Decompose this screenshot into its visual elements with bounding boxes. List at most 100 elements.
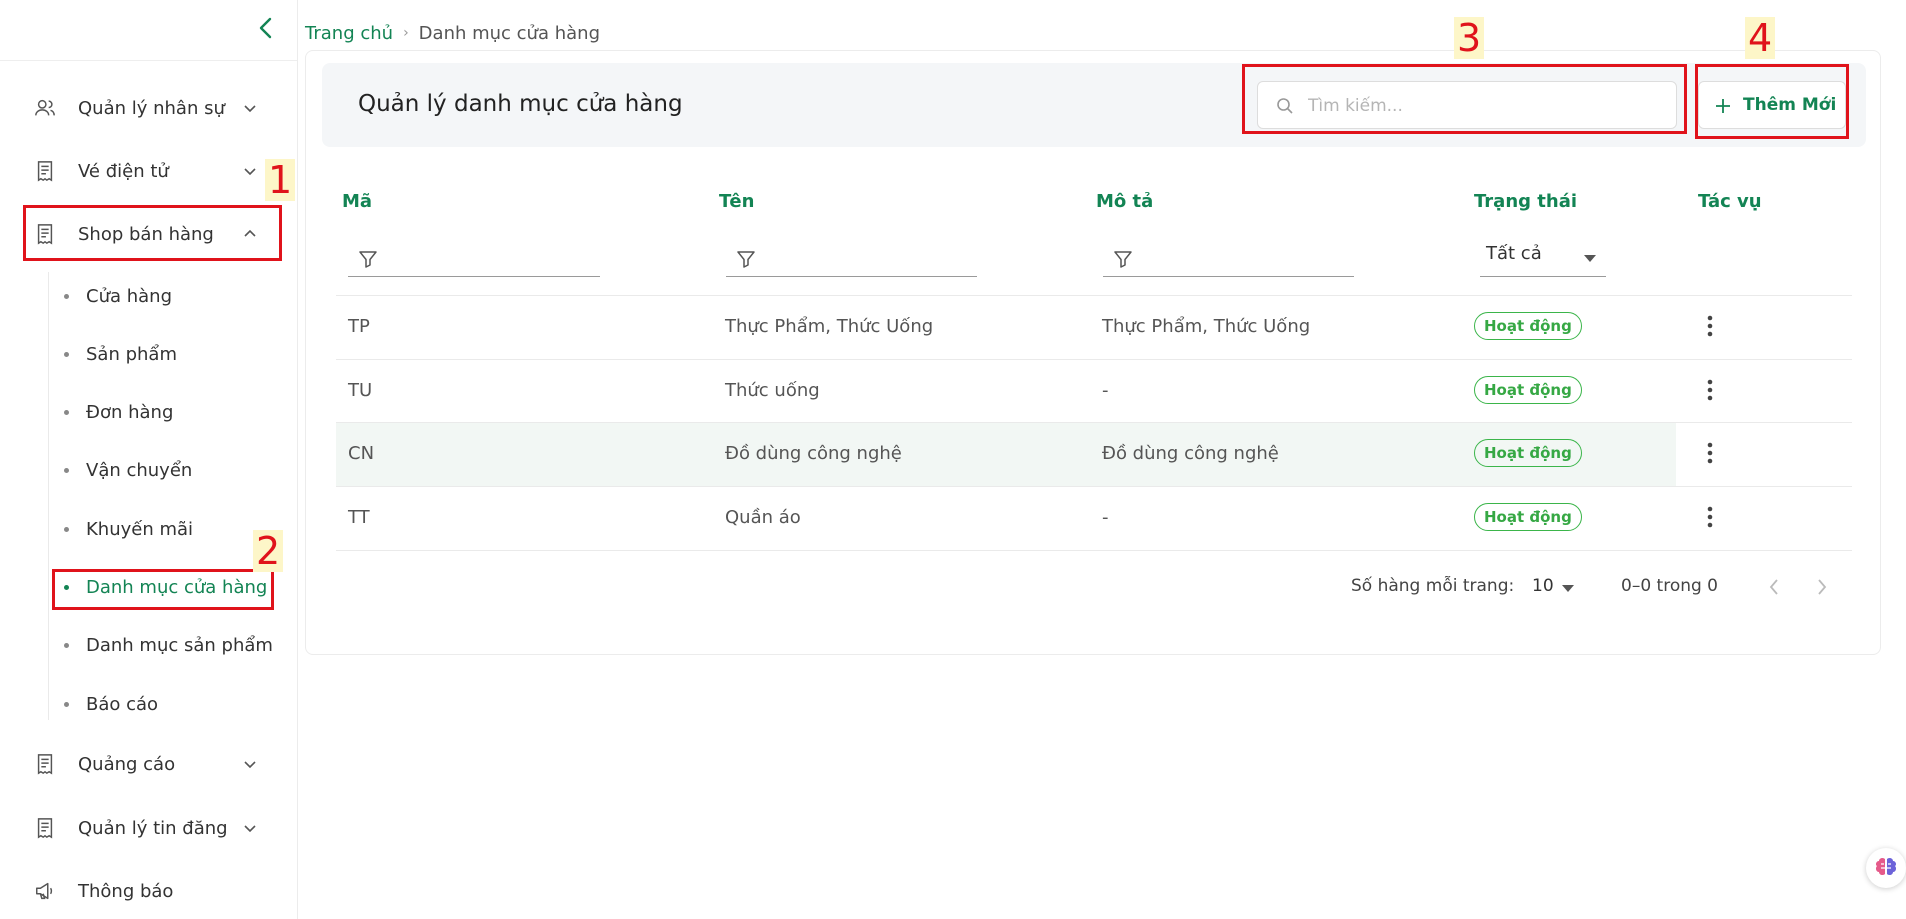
next-page-button[interactable] [1806, 571, 1838, 603]
sidebar-item-hr[interactable]: Quản lý nhân sự [24, 85, 280, 131]
sidebar-subitem-reports[interactable]: Báo cáo [60, 684, 290, 724]
cell-description: Đồ dùng công nghệ [1102, 443, 1279, 464]
filter-description-input[interactable] [1103, 241, 1354, 277]
sidebar-subitem-label: Danh mục cửa hàng [86, 576, 268, 598]
table-row[interactable]: TT Quần áo - Hoạt động [336, 487, 1852, 550]
sidebar-subitem-label: Báo cáo [86, 693, 159, 715]
users-icon [35, 99, 55, 116]
search-box[interactable] [1257, 81, 1677, 129]
megaphone-icon [36, 882, 53, 900]
status-badge: Hoạt động [1474, 503, 1582, 531]
sidebar-subitem-orders[interactable]: Đơn hàng [60, 392, 290, 432]
chevron-left-icon [259, 17, 272, 39]
breadcrumb-separator: › [403, 25, 409, 41]
bullet-dot [64, 585, 69, 590]
filter-code-input[interactable] [348, 241, 600, 277]
bullet-dot [64, 468, 69, 473]
sidebar-subitem-products[interactable]: Sản phẩm [60, 334, 290, 374]
previous-page-button[interactable] [1758, 571, 1790, 603]
sidebar-subitem-label: Sản phẩm [86, 343, 177, 365]
sidebar-subitem-product-categories[interactable]: Danh mục sản phẩm [60, 625, 290, 665]
sidebar-subitem-shipping[interactable]: Vận chuyển [60, 450, 290, 490]
status-badge: Hoạt động [1474, 312, 1582, 340]
column-header-name: Tên [719, 191, 755, 212]
chevron-down-icon [244, 825, 256, 833]
breadcrumb-home-link[interactable]: Trang chủ [305, 23, 393, 44]
bullet-dot [64, 702, 69, 707]
filter-icon [737, 251, 755, 268]
column-header-description: Mô tả [1096, 191, 1154, 212]
chevron-down-icon [244, 168, 256, 176]
sidebar-item-label: Thông báo [78, 880, 174, 902]
page-header: Quản lý danh mục cửa hàng Thêm Mới [322, 63, 1866, 147]
table-divider [336, 550, 1852, 551]
column-header-actions: Tác vụ [1698, 191, 1762, 212]
sidebar-item-label: Quản lý tin đăng [78, 817, 228, 839]
sidebar-item-shop[interactable]: Shop bán hàng [24, 211, 280, 257]
breadcrumb: Trang chủ › Danh mục cửa hàng [305, 20, 600, 46]
add-new-label: Thêm Mới [1743, 95, 1837, 115]
sidebar-subitem-store-categories[interactable]: Danh mục cửa hàng [60, 567, 290, 607]
sidebar-item-e-ticket[interactable]: Vé điện tử [24, 148, 280, 194]
chevron-up-icon [244, 229, 256, 237]
table-row[interactable]: CN Đồ dùng công nghệ Đồ dùng công nghệ H… [336, 423, 1852, 486]
cell-name: Thức uống [725, 380, 820, 401]
plus-icon [1716, 99, 1730, 113]
brain-icon [1875, 857, 1897, 876]
row-actions-button[interactable] [1698, 437, 1722, 469]
bullet-dot [64, 352, 69, 357]
row-actions-button[interactable] [1698, 374, 1722, 406]
breadcrumb-current: Danh mục cửa hàng [418, 22, 600, 44]
cell-description: - [1102, 507, 1109, 528]
row-actions-button[interactable] [1698, 310, 1722, 342]
bullet-dot [64, 527, 69, 532]
cell-code: TU [348, 380, 373, 401]
caret-down-icon [1584, 255, 1596, 262]
add-new-button[interactable]: Thêm Mới [1698, 81, 1846, 129]
rows-per-page-value: 10 [1532, 576, 1554, 596]
sidebar-subitem-label: Đơn hàng [86, 401, 174, 423]
filter-icon [1114, 251, 1132, 268]
search-input[interactable] [1308, 92, 1663, 120]
assistant-button[interactable] [1866, 848, 1906, 888]
sidebar: Quản lý nhân sự Vé điện tử Shop bán hàng… [0, 0, 298, 919]
rows-per-page-select[interactable]: 10 [1528, 571, 1578, 603]
receipt-icon [37, 754, 53, 775]
table-row[interactable]: TU Thức uống - Hoạt động [336, 360, 1852, 423]
filter-name-input[interactable] [726, 241, 977, 277]
cell-description: Thực Phẩm, Thức Uống [1102, 316, 1311, 337]
caret-down-icon [1562, 585, 1574, 592]
filter-icon [359, 251, 377, 268]
cell-name: Đồ dùng công nghệ [725, 443, 902, 464]
sidebar-subitem-label: Danh mục sản phẩm [86, 634, 273, 656]
table-row[interactable]: TP Thực Phẩm, Thức Uống Thực Phẩm, Thức … [336, 296, 1852, 359]
receipt-icon [37, 161, 53, 182]
more-vertical-icon [1707, 506, 1713, 528]
chevron-right-icon [1818, 579, 1827, 595]
status-filter-select[interactable]: Tất cả [1480, 239, 1606, 277]
sidebar-subitem-stores[interactable]: Cửa hàng [60, 276, 290, 316]
sidebar-item-label: Quản lý nhân sự [78, 97, 225, 119]
sidebar-item-label: Quảng cáo [78, 753, 176, 775]
sidebar-collapse-button[interactable] [250, 12, 282, 44]
rows-per-page-label: Số hàng mỗi trang: [1351, 576, 1515, 596]
cell-description: - [1102, 380, 1109, 401]
search-icon [1277, 98, 1293, 114]
annotation-number-3: 3 [1454, 17, 1485, 59]
chevron-down-icon [244, 105, 256, 113]
sidebar-subitem-label: Cửa hàng [86, 285, 173, 307]
sidebar-item-listings[interactable]: Quản lý tin đăng [24, 805, 280, 851]
status-filter-value: Tất cả [1486, 243, 1542, 264]
more-vertical-icon [1707, 442, 1713, 464]
bullet-dot [64, 410, 69, 415]
row-actions-button[interactable] [1698, 501, 1722, 533]
cell-code: TP [348, 316, 370, 337]
chevron-left-icon [1769, 579, 1778, 595]
column-header-code: Mã [342, 191, 373, 212]
more-vertical-icon [1707, 315, 1713, 337]
receipt-icon [37, 224, 53, 245]
pagination-range: 0–0 trong 0 [1621, 576, 1719, 596]
sidebar-item-ads[interactable]: Quảng cáo [24, 741, 280, 787]
sidebar-divider [0, 60, 297, 61]
sidebar-item-notifications[interactable]: Thông báo [24, 868, 280, 914]
